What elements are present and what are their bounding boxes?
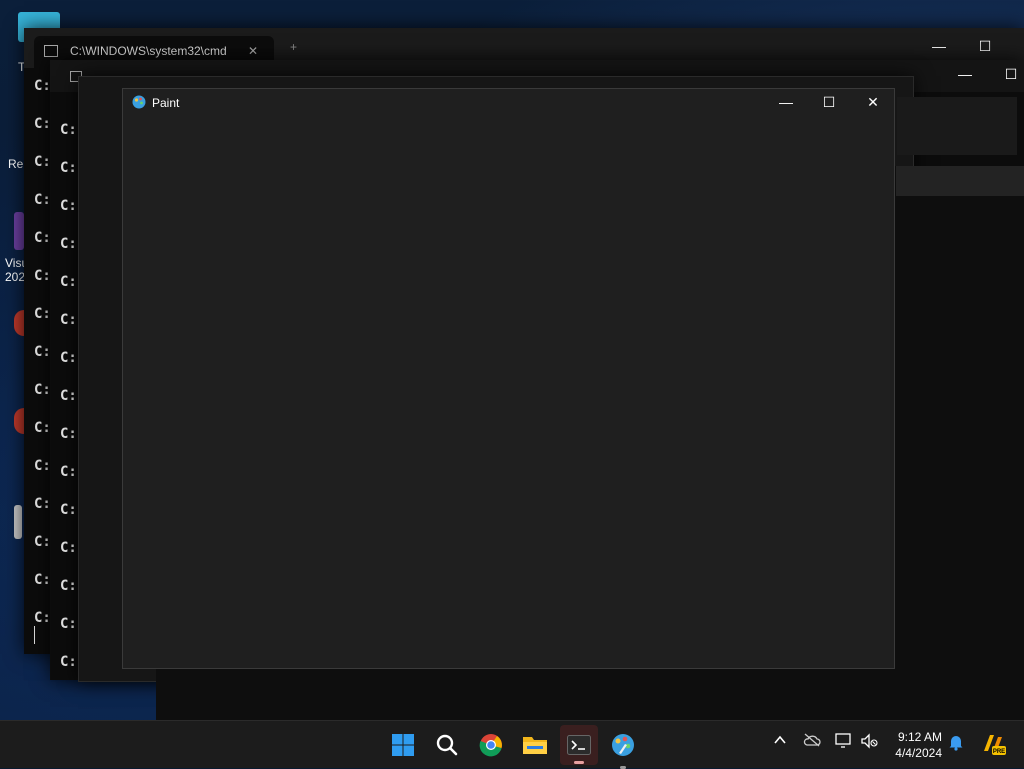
prompt-line: C: (34, 458, 51, 474)
app-icon (14, 310, 24, 336)
tab-close-icon[interactable]: ✕ (248, 44, 258, 58)
file-explorer-icon (523, 737, 547, 754)
search-icon (436, 734, 458, 756)
chrome-icon (479, 734, 502, 757)
chevron-up-icon[interactable] (773, 733, 787, 750)
window-frame-strip (897, 97, 1017, 155)
visual-studio-icon (14, 212, 24, 250)
prompt-line: C: (34, 268, 51, 284)
paint-icon (132, 95, 146, 109)
svg-text:PRE: PRE (993, 749, 1005, 755)
prompt-line: C: (60, 426, 77, 442)
prompt-line: C: (60, 502, 77, 518)
terminal-icon (567, 735, 591, 755)
onedrive-icon[interactable] (803, 733, 821, 750)
prompt-line: C: (60, 616, 77, 632)
prompt-line: C: (60, 274, 77, 290)
prompt-line: C: (34, 610, 51, 626)
text-cursor (34, 626, 35, 644)
copilot-icon[interactable]: PRE (980, 731, 1006, 760)
paint-button[interactable] (608, 730, 638, 769)
minimize-button[interactable]: — (771, 92, 801, 112)
terminal-tab-title: C:\WINDOWS\system32\cmd (70, 44, 227, 58)
paint-icon (612, 734, 634, 756)
terminal-button[interactable] (560, 725, 598, 765)
prompt-line: C: (34, 230, 51, 246)
desktop-icon[interactable] (14, 212, 24, 250)
prompt-line: C: (34, 382, 51, 398)
prompt-line: C: (60, 654, 77, 670)
app-icon (14, 408, 24, 434)
prompt-line: C: (34, 534, 51, 550)
desktop-icon-label: Re (8, 157, 24, 171)
prompt-line: C: (60, 198, 77, 214)
prompt-line: C: (34, 116, 51, 132)
prompt-line: C: (34, 154, 51, 170)
desktop-icon-label: 202 (5, 270, 26, 284)
taskbar: 9:12 AM 4/4/2024 PRE (0, 720, 1024, 769)
minimize-button[interactable]: — (924, 36, 954, 56)
prompt-line: C: (34, 496, 51, 512)
prompt-line: C: (34, 572, 51, 588)
network-icon[interactable] (835, 733, 853, 752)
volume-muted-icon[interactable] (860, 733, 878, 752)
active-indicator (574, 761, 584, 764)
prompt-line: C: (34, 344, 51, 360)
cmd-icon (44, 45, 58, 57)
clock-date: 4/4/2024 (895, 746, 942, 760)
chrome-button[interactable] (476, 730, 506, 760)
prompt-line: C: (34, 306, 51, 322)
prompt-line: C: (60, 122, 77, 138)
desktop-icon[interactable] (14, 408, 24, 446)
background-toolbar-strip (896, 166, 1024, 196)
prompt-line: C: (60, 312, 77, 328)
app-icon (14, 505, 22, 539)
prompt-line: C: (34, 420, 51, 436)
maximize-button[interactable]: ☐ (970, 36, 1000, 56)
file-explorer-button[interactable] (520, 730, 550, 760)
prompt-line: C: (60, 236, 77, 252)
desktop-icon[interactable] (14, 310, 24, 348)
desktop-icon[interactable] (14, 505, 24, 539)
new-tab-button[interactable]: + (290, 40, 297, 54)
maximize-button[interactable]: ☐ (814, 92, 844, 112)
system-clock[interactable]: 9:12 AM 4/4/2024 (895, 729, 942, 761)
search-button[interactable] (432, 730, 462, 760)
prompt-line: C: (60, 388, 77, 404)
prompt-line: C: (34, 192, 51, 208)
windows-start-icon (392, 734, 414, 756)
start-button[interactable] (388, 730, 418, 760)
prompt-line: C: (60, 464, 77, 480)
prompt-line: C: (60, 160, 77, 176)
clock-time: 9:12 AM (897, 730, 942, 744)
maximize-button[interactable]: ☐ (996, 64, 1024, 84)
prompt-line: C: (34, 78, 51, 94)
prompt-line: C: (60, 540, 77, 556)
notification-bell-icon[interactable] (948, 733, 964, 754)
window-title: Paint (152, 96, 180, 110)
prompt-line: C: (60, 350, 77, 366)
minimize-button[interactable]: — (950, 64, 980, 84)
close-button[interactable]: ✕ (858, 92, 888, 112)
paint-window[interactable]: Paint — ☐ ✕ (122, 88, 895, 669)
prompt-line: C: (60, 578, 77, 594)
